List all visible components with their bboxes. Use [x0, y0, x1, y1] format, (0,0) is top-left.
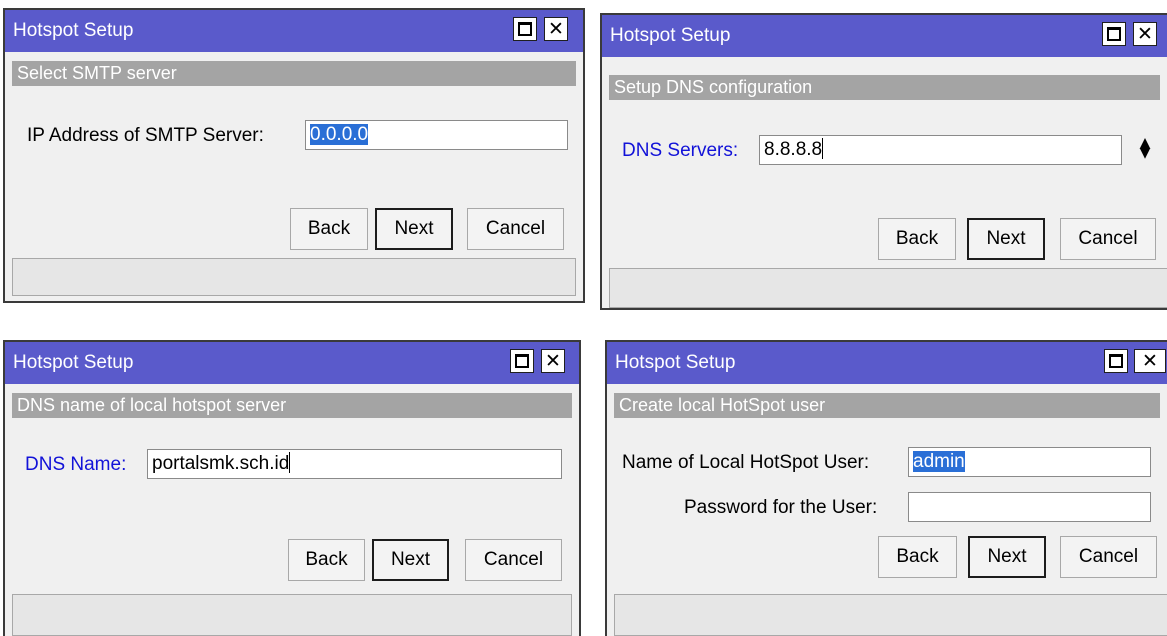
dns-servers-input[interactable]: 8.8.8.8 — [759, 135, 1122, 165]
close-icon[interactable]: ✕ — [1133, 22, 1157, 46]
spinner-updown-icon[interactable]: ▲ ▼ — [1137, 136, 1153, 160]
status-bar — [12, 258, 576, 296]
title-bar[interactable]: Hotspot Setup ✕ — [5, 10, 583, 52]
section-header: DNS name of local hotspot server — [12, 393, 572, 418]
next-button[interactable]: Next — [372, 539, 449, 581]
dialog-local-user: Hotspot Setup ✕ Create local HotSpot use… — [605, 340, 1167, 636]
smtp-server-input[interactable]: 0.0.0.0 — [305, 120, 568, 150]
section-header: Select SMTP server — [12, 61, 576, 86]
window-title: Hotspot Setup — [13, 352, 134, 373]
dns-name-input[interactable]: portalsmk.sch.id — [147, 449, 562, 479]
local-user-name-input[interactable]: admin — [908, 447, 1151, 477]
title-bar[interactable]: Hotspot Setup ✕ — [602, 15, 1167, 57]
section-title: Create local HotSpot user — [619, 395, 826, 415]
dns-servers-value: 8.8.8.8 — [764, 139, 823, 160]
maximize-icon[interactable] — [513, 17, 537, 41]
maximize-icon[interactable] — [1104, 349, 1128, 373]
window-title: Hotspot Setup — [13, 20, 134, 41]
back-button[interactable]: Back — [288, 539, 365, 581]
local-user-name-value: admin — [913, 451, 965, 472]
section-title: DNS name of local hotspot server — [17, 395, 287, 415]
cancel-button[interactable]: Cancel — [1060, 536, 1157, 578]
section-header: Create local HotSpot user — [614, 393, 1160, 418]
close-icon[interactable]: ✕ — [1134, 349, 1166, 373]
cancel-button[interactable]: Cancel — [465, 539, 562, 581]
status-bar — [614, 594, 1167, 636]
title-bar[interactable]: Hotspot Setup ✕ — [607, 342, 1167, 384]
dns-servers-label: DNS Servers: — [622, 140, 739, 161]
password-input[interactable] — [908, 492, 1151, 522]
status-bar — [609, 268, 1167, 308]
back-button[interactable]: Back — [878, 218, 956, 260]
dialog-dns-configuration: Hotspot Setup ✕ Setup DNS configuration … — [600, 13, 1167, 310]
maximize-icon[interactable] — [1102, 22, 1126, 46]
password-label: Password for the User: — [684, 497, 878, 518]
text-caret — [289, 452, 291, 473]
dialog-smtp-server: Hotspot Setup ✕ Select SMTP server IP Ad… — [3, 8, 585, 303]
section-title: Select SMTP server — [17, 63, 177, 83]
maximize-icon[interactable] — [510, 349, 534, 373]
smtp-server-value: 0.0.0.0 — [310, 124, 369, 145]
back-button[interactable]: Back — [290, 208, 368, 250]
section-header: Setup DNS configuration — [609, 75, 1160, 100]
cancel-button[interactable]: Cancel — [467, 208, 564, 250]
next-button[interactable]: Next — [968, 536, 1046, 578]
close-icon[interactable]: ✕ — [541, 349, 565, 373]
next-button[interactable]: Next — [375, 208, 453, 250]
dns-name-value: portalsmk.sch.id — [152, 453, 290, 474]
window-title: Hotspot Setup — [610, 25, 731, 46]
title-bar[interactable]: Hotspot Setup ✕ — [5, 342, 579, 384]
section-title: Setup DNS configuration — [614, 77, 813, 97]
dns-name-label: DNS Name: — [25, 454, 127, 475]
text-caret — [822, 138, 824, 159]
close-icon[interactable]: ✕ — [544, 17, 568, 41]
window-title: Hotspot Setup — [615, 352, 736, 373]
dialog-dns-name: Hotspot Setup ✕ DNS name of local hotspo… — [3, 340, 581, 636]
status-bar — [12, 594, 572, 636]
local-user-name-label: Name of Local HotSpot User: — [622, 452, 870, 473]
smtp-server-label: IP Address of SMTP Server: — [27, 125, 264, 146]
next-button[interactable]: Next — [967, 218, 1045, 260]
back-button[interactable]: Back — [878, 536, 957, 578]
cancel-button[interactable]: Cancel — [1060, 218, 1156, 260]
